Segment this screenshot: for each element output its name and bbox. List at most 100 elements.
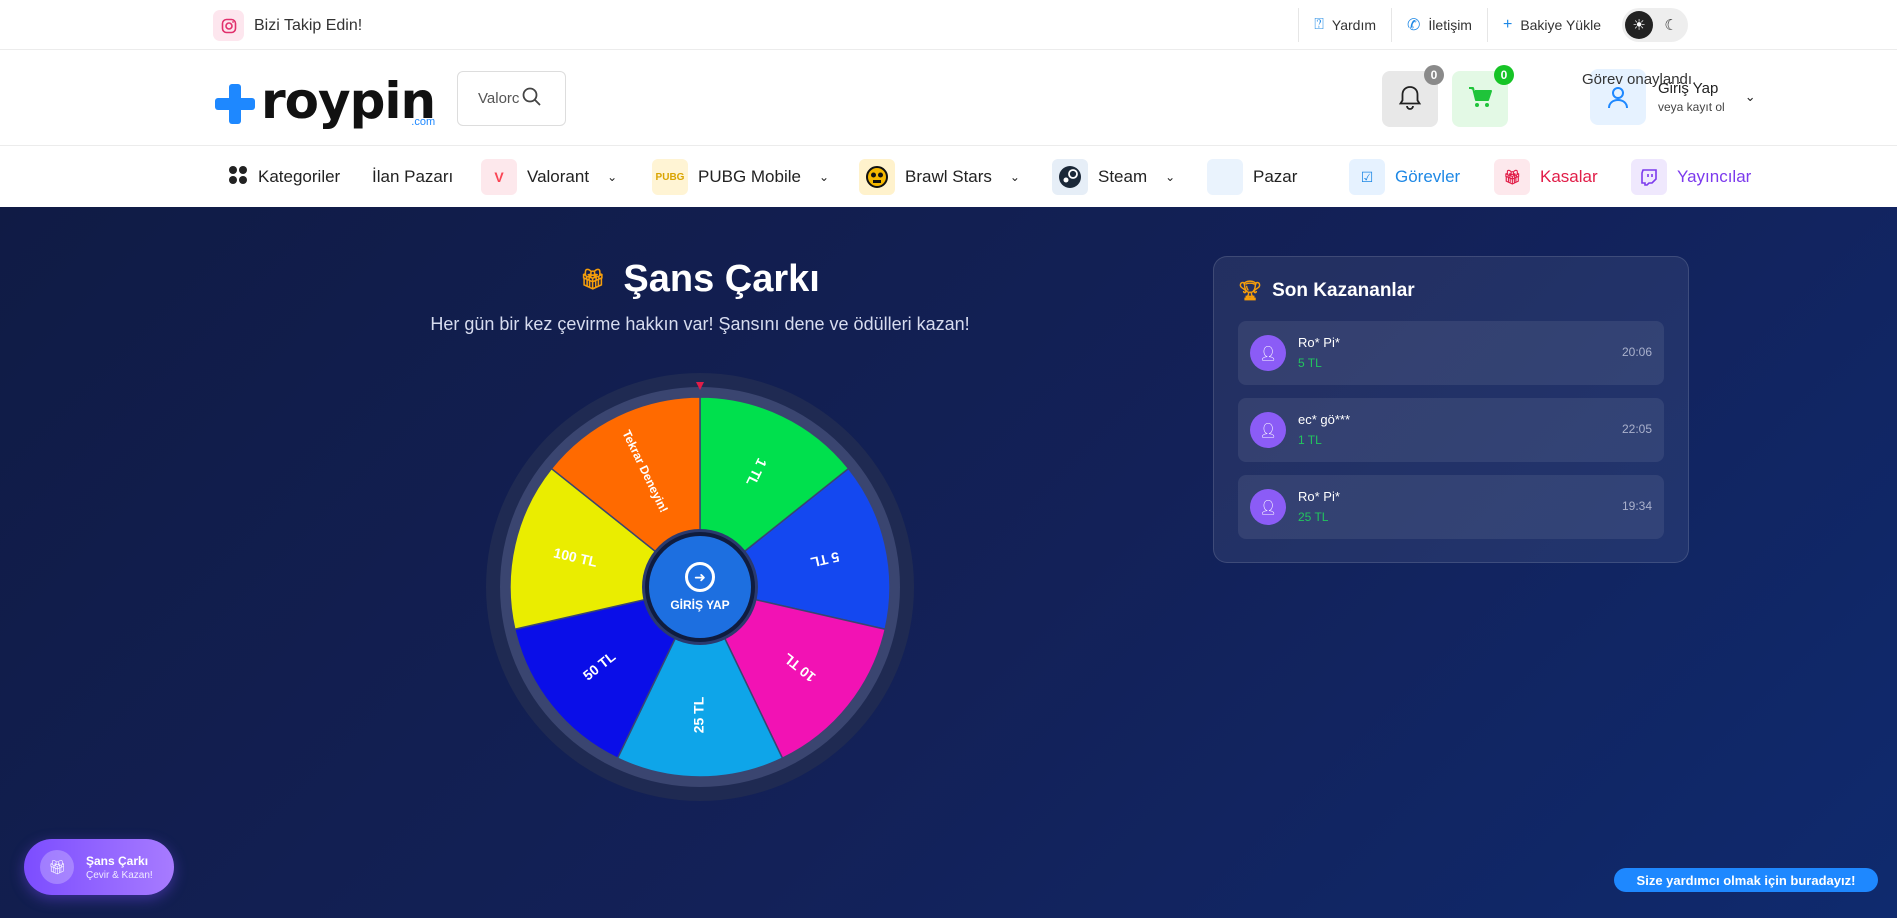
- balance-link-label: Bakiye Yükle: [1520, 17, 1601, 33]
- twitch-icon: [1631, 159, 1667, 195]
- winner-name: ec* gö***: [1298, 412, 1351, 427]
- recent-winners-panel: 🏆︎ Son Kazananlar 👤︎ Ro* Pi* 5 TL 20:06 …: [1213, 256, 1689, 563]
- nav-market-label: İlan Pazarı: [372, 167, 454, 186]
- pazar-icon: [1207, 159, 1243, 195]
- top-bar: Bizi Takip Edin! ⍰ Yardım ✆ İletişim + B…: [0, 0, 1897, 50]
- nav-tasks[interactable]: ☑ Görevler: [1349, 159, 1460, 195]
- cart-icon: [1466, 83, 1494, 116]
- wheel-shortcut-sub: Çevir & Kazan!: [86, 869, 153, 881]
- top-links: ⍰ Yardım ✆ İletişim + Bakiye Yükle ☀ ☾: [1298, 8, 1688, 42]
- page-subtitle: Her gün bir kez çevirme hakkın var! Şans…: [430, 314, 970, 334]
- logo-plus-icon: [213, 82, 257, 126]
- nav-streamers-label: Yayıncılar: [1677, 167, 1752, 186]
- winner-row: 👤︎ ec* gö*** 1 TL 22:05: [1238, 398, 1664, 462]
- nav-steam-label: Steam: [1098, 167, 1148, 186]
- cart-button[interactable]: 0: [1452, 65, 1514, 127]
- nav-market[interactable]: İlan Pazarı: [372, 159, 453, 195]
- winner-name: Ro* Pi*: [1298, 335, 1340, 350]
- nav-pazar-label: Pazar: [1253, 167, 1298, 186]
- sun-icon[interactable]: ☀: [1625, 11, 1653, 39]
- checklist-icon: ☑: [1349, 159, 1385, 195]
- steam-icon: [1052, 159, 1088, 195]
- wheel-shortcut-title: Şans Çarkı: [86, 853, 149, 868]
- chevron-down-icon: ⌄: [1009, 170, 1020, 184]
- main-nav: Kategoriler İlan Pazarı V Valorant ⌄ PUB…: [0, 147, 1897, 207]
- spin-button[interactable]: ➜ GİRİŞ YAP: [645, 532, 755, 642]
- page-title: 🎁︎ Şans Çarkı: [580, 258, 860, 301]
- moon-icon[interactable]: ☾: [1657, 11, 1685, 39]
- phone-icon: ✆: [1407, 17, 1421, 34]
- chevron-down-icon: ⌄: [1165, 170, 1176, 184]
- nav-streamers[interactable]: Yayıncılar: [1631, 159, 1751, 195]
- winner-row: 👤︎ Ro* Pi* 5 TL 20:06: [1238, 321, 1664, 385]
- winner-amount: 5 TL: [1298, 356, 1322, 370]
- contact-link-label: İletişim: [1428, 17, 1472, 33]
- login-subtitle: veya kayıt ol: [1658, 100, 1725, 114]
- nav-pazar[interactable]: Pazar: [1207, 159, 1297, 195]
- help-icon: ⍰: [1314, 16, 1324, 33]
- wheel-segment-label: 25 TL: [691, 696, 707, 733]
- nav-brawl-label: Brawl Stars: [905, 167, 992, 186]
- nav-categories-label: Kategoriler: [258, 167, 341, 186]
- winner-amount: 1 TL: [1298, 433, 1322, 447]
- nav-valorant-label: Valorant: [527, 167, 590, 186]
- trophy-icon: 🏆︎: [1238, 281, 1263, 302]
- contact-link[interactable]: ✆ İletişim: [1391, 8, 1487, 42]
- toast-message: Görev onaylandı.: [1582, 71, 1697, 88]
- user-avatar-icon: 👤︎: [1250, 412, 1286, 448]
- site-header: roypin .com 0 0 Giriş Yap veya kayıt ol …: [0, 51, 1897, 146]
- nav-pubg-label: PUBG Mobile: [698, 167, 801, 186]
- chevron-down-icon: ⌄: [818, 170, 830, 184]
- instagram-link[interactable]: Bizi Takip Edin!: [213, 10, 362, 41]
- page-title-text: Şans Çarkı: [623, 258, 820, 300]
- winner-amount: 25 TL: [1298, 510, 1329, 524]
- winner-time: 20:06: [1621, 345, 1652, 359]
- nav-tasks-label: Görevler: [1395, 167, 1461, 186]
- help-chat-button[interactable]: Size yardımcı olmak için buradayız!: [1614, 868, 1878, 892]
- chevron-down-icon: ⌄: [607, 170, 618, 184]
- site-logo[interactable]: roypin .com: [213, 71, 436, 130]
- nav-brawl[interactable]: Brawl Stars ⌄: [859, 159, 1020, 195]
- logo-text: roypin: [261, 72, 436, 130]
- instagram-label: Bizi Takip Edin!: [254, 16, 363, 34]
- wheel-shortcut-text: Şans Çarkı Çevir & Kazan!: [86, 854, 153, 881]
- instagram-icon: [213, 10, 244, 41]
- help-link[interactable]: ⍰ Yardım: [1298, 8, 1391, 42]
- winner-time: 22:05: [1621, 422, 1652, 436]
- notifications-button[interactable]: 0: [1382, 65, 1444, 127]
- winner-row: 👤︎ Ro* Pi* 25 TL 19:34: [1238, 475, 1664, 539]
- winner-time: 19:34: [1621, 499, 1652, 513]
- chevron-down-icon: ⌄: [1744, 89, 1756, 104]
- valorant-icon: V: [481, 159, 517, 195]
- user-avatar-icon: 👤︎: [1250, 335, 1286, 371]
- wheel-shortcut-button[interactable]: 🎁︎ Şans Çarkı Çevir & Kazan!: [24, 839, 174, 895]
- nav-cases-label: Kasalar: [1540, 167, 1598, 186]
- logo-suffix: .com: [411, 116, 436, 128]
- winner-name: Ro* Pi*: [1298, 489, 1340, 504]
- pubg-icon: PUBG: [652, 159, 688, 195]
- nav-steam[interactable]: Steam ⌄: [1052, 159, 1175, 195]
- user-avatar-icon: 👤︎: [1250, 489, 1286, 525]
- theme-toggle[interactable]: ☀ ☾: [1622, 8, 1688, 42]
- gift-icon: 🎁︎: [40, 850, 74, 884]
- search-box[interactable]: [457, 71, 566, 126]
- search-icon[interactable]: [522, 87, 542, 111]
- grid-icon: [228, 165, 248, 190]
- wheel-section: 🎁︎ Şans Çarkı Her gün bir kez çevirme ha…: [0, 207, 1897, 918]
- login-arrow-icon: ➜: [685, 562, 715, 592]
- winners-title-text: Son Kazananlar: [1272, 280, 1415, 301]
- gift-icon: 🎁︎: [1494, 159, 1530, 195]
- bell-icon: [1396, 83, 1424, 116]
- search-input[interactable]: [478, 90, 522, 107]
- gift-icon: 🎁︎: [580, 269, 606, 291]
- brawl-stars-icon: [859, 159, 895, 195]
- nav-cases[interactable]: 🎁︎ Kasalar: [1494, 159, 1598, 195]
- cart-count: 0: [1494, 65, 1514, 85]
- plus-icon: +: [1502, 16, 1513, 33]
- nav-categories[interactable]: Kategoriler: [228, 159, 340, 195]
- nav-pubg[interactable]: PUBG PUBG Mobile ⌄: [652, 159, 829, 195]
- nav-valorant[interactable]: V Valorant ⌄: [481, 159, 617, 195]
- spin-button-label: GİRİŞ YAP: [670, 598, 730, 612]
- balance-link[interactable]: + Bakiye Yükle: [1486, 8, 1616, 42]
- notification-count: 0: [1424, 65, 1444, 85]
